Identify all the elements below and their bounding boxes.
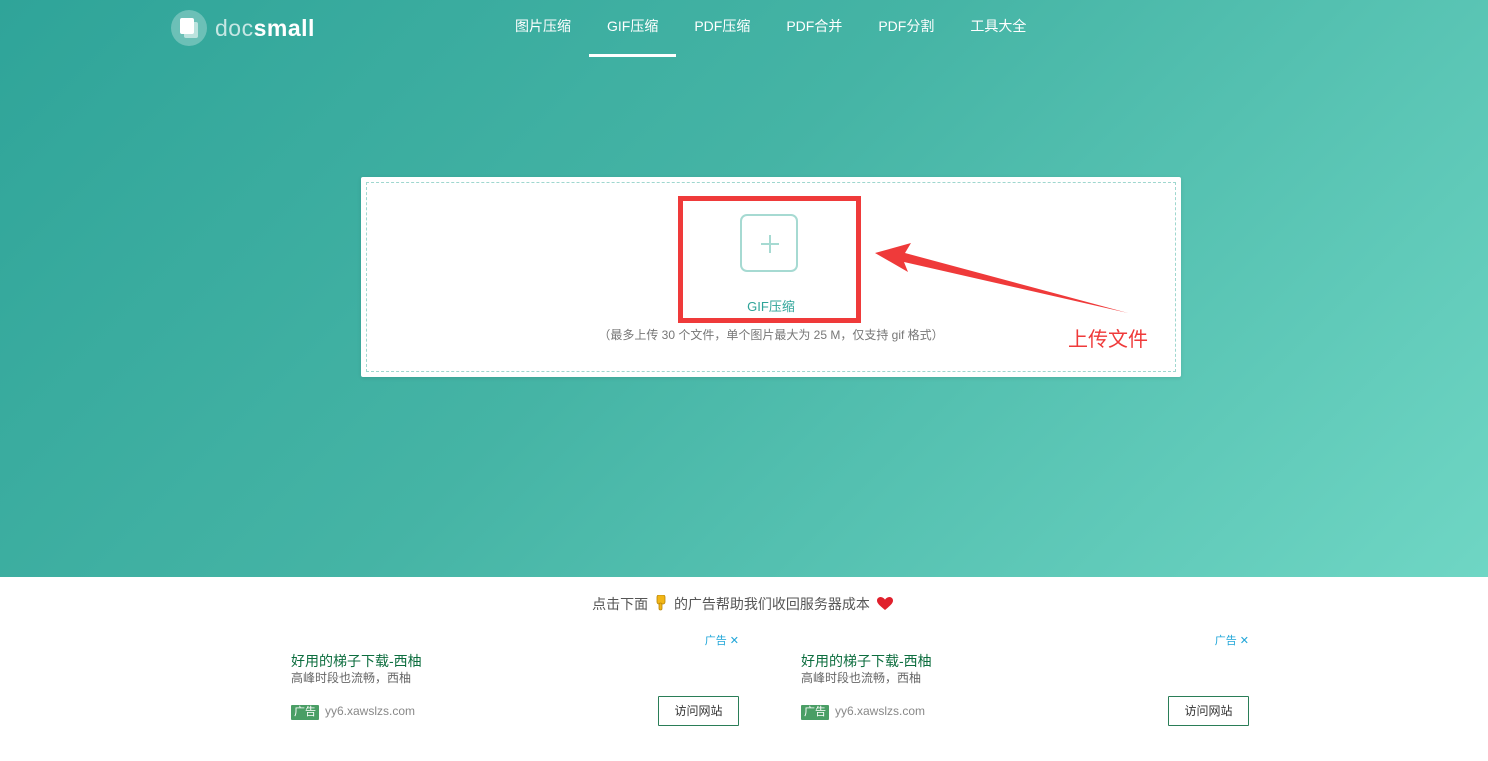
upload-hint: （最多上传 30 个文件，单个图片最大为 25 M，仅支持 gif 格式） [598, 328, 944, 342]
ad-card[interactable]: 广告 ✕ 好用的梯子下载-西柚 高峰时段也流畅，西柚 广告 yy6.xawslz… [801, 632, 1249, 732]
visit-site-button[interactable]: 访问网站 [658, 696, 739, 726]
ad-description: 高峰时段也流畅，西柚 [801, 671, 922, 685]
visit-site-button[interactable]: 访问网站 [1168, 696, 1249, 726]
nav-gif-compress[interactable]: GIF压缩 [589, 0, 677, 57]
close-icon: ✕ [1239, 635, 1249, 647]
ad-card[interactable]: 广告 ✕ 好用的梯子下载-西柚 高峰时段也流畅，西柚 广告 yy6.xawslz… [291, 632, 739, 732]
heart-icon [876, 597, 893, 610]
pointing-down-icon [656, 595, 666, 611]
ad-notice-after: 的广告帮助我们收回服务器成本 [673, 596, 870, 612]
site-logo[interactable]: docsmall [171, 10, 315, 46]
ad-domain[interactable]: yy6.xawslzs.com [325, 704, 415, 718]
nav-pdf-compress[interactable]: PDF压缩 [676, 0, 768, 57]
ad-domain[interactable]: yy6.xawslzs.com [835, 704, 925, 718]
ad-close-tag[interactable]: 广告 ✕ [705, 632, 739, 648]
ad-badge: 广告 [801, 705, 829, 720]
nav-pdf-split[interactable]: PDF分割 [860, 0, 952, 57]
ad-close-tag[interactable]: 广告 ✕ [1215, 632, 1249, 648]
ad-description: 高峰时段也流畅，西柚 [291, 671, 412, 685]
nav-tools[interactable]: 工具大全 [952, 0, 1044, 57]
nav-pdf-merge[interactable]: PDF合并 [768, 0, 860, 57]
ad-title[interactable]: 好用的梯子下载-西柚 [291, 651, 422, 671]
main-nav: 图片压缩 GIF压缩 PDF压缩 PDF合并 PDF分割 工具大全 [497, 0, 1044, 57]
ad-title[interactable]: 好用的梯子下载-西柚 [801, 651, 932, 671]
annotation-label: 上传文件 [1068, 329, 1148, 351]
ad-notice-before: 点击下面 [592, 596, 649, 612]
annotation-arrow-icon [875, 243, 1128, 313]
ad-badge: 广告 [291, 705, 319, 720]
close-icon: ✕ [729, 635, 739, 647]
highlight-box [678, 196, 861, 323]
logo-text: docsmall [215, 14, 315, 41]
nav-image-compress[interactable]: 图片压缩 [497, 0, 589, 57]
ad-notice: 点击下面 的广告帮助我们收回服务器成本 [0, 594, 1488, 614]
logo-icon [171, 10, 207, 46]
